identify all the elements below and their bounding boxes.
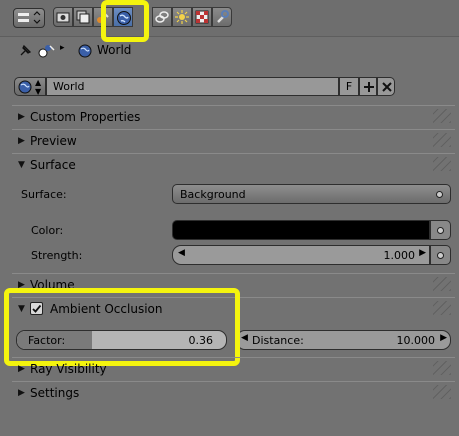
drag-handle-icon[interactable] <box>433 385 451 399</box>
pin-icon[interactable] <box>18 44 32 58</box>
strength-field[interactable]: ◀ 1.000 ▶ <box>172 245 430 265</box>
strength-label: Strength: <box>31 249 83 262</box>
world-icon <box>78 44 92 58</box>
tab-particles[interactable] <box>172 7 192 27</box>
panel-title: Surface <box>30 158 76 172</box>
drag-handle-icon[interactable] <box>433 361 451 375</box>
editor-type-button[interactable] <box>13 8 45 28</box>
strength-link-button[interactable] <box>430 245 451 265</box>
color-swatch[interactable] <box>172 220 430 240</box>
panel-title: Settings <box>30 386 80 400</box>
tab-constraints[interactable] <box>152 7 172 27</box>
panel-surface[interactable]: ▼ Surface <box>12 153 455 175</box>
editor-type-icon <box>18 11 41 24</box>
browse-world-button[interactable]: ▲ ▼ <box>14 77 46 96</box>
scene-data-icon <box>38 45 55 58</box>
panel-ray-visibility[interactable]: ▶ Ray Visibility <box>12 357 455 379</box>
world-datablock-row: ▲ ▼ World F <box>14 77 395 96</box>
modifier-tab-icon <box>217 10 229 23</box>
panel-preview[interactable]: ▶ Preview <box>12 129 455 151</box>
new-world-button[interactable] <box>359 77 377 96</box>
panel-title: Preview <box>30 134 77 148</box>
breadcrumb-arrow-icon: ▸ <box>60 43 65 53</box>
surface-label: Surface: <box>21 188 67 201</box>
color-link-button[interactable] <box>430 220 451 240</box>
increment-arrow-icon[interactable]: ▶ <box>440 333 447 343</box>
panel-custom-properties[interactable]: ▶ Custom Properties <box>12 105 455 127</box>
ao-distance-label: Distance: <box>252 334 304 347</box>
texture-tab-icon <box>195 10 209 24</box>
color-label: Color: <box>31 224 64 237</box>
node-socket-icon <box>437 252 444 259</box>
highlight-ambient-occlusion <box>4 288 240 366</box>
world-name-field[interactable]: World <box>46 77 339 96</box>
highlight-world-tab <box>101 0 149 42</box>
panel-title: Custom Properties <box>30 110 141 124</box>
drag-handle-icon[interactable] <box>433 109 451 123</box>
fake-user-button[interactable]: F <box>339 77 359 96</box>
decrement-arrow-icon[interactable]: ◀ <box>178 248 185 258</box>
collapsed-triangle-icon: ▶ <box>18 112 25 122</box>
updown-arrow-icon: ▲ ▼ <box>35 78 42 96</box>
tab-texture[interactable] <box>192 7 212 27</box>
drag-handle-icon[interactable] <box>433 157 451 171</box>
decrement-arrow-icon[interactable]: ◀ <box>241 333 248 343</box>
plus-icon <box>364 82 374 92</box>
render-layers-tab-icon <box>76 10 90 24</box>
fake-user-label: F <box>345 80 353 93</box>
constraints-tab-icon <box>155 11 169 23</box>
collapsed-triangle-icon: ▶ <box>18 388 25 398</box>
particles-tab-icon <box>175 10 189 24</box>
strength-value: 1.000 <box>383 249 416 262</box>
ao-distance-value: 10.000 <box>396 334 436 347</box>
unlink-world-button[interactable] <box>377 77 395 96</box>
panel-title: Ray Visibility <box>30 362 107 376</box>
surface-shader-select[interactable]: Background <box>172 184 451 204</box>
ao-distance-field[interactable]: ◀ Distance: 10.000 ▶ <box>236 330 451 350</box>
close-icon <box>382 82 392 92</box>
drag-handle-icon[interactable] <box>433 133 451 147</box>
tab-render[interactable] <box>53 7 73 27</box>
breadcrumb-world-label: World <box>97 43 132 57</box>
collapsed-triangle-icon: ▶ <box>18 364 25 374</box>
render-tab-icon <box>56 12 70 23</box>
drag-handle-icon[interactable] <box>433 277 451 291</box>
tab-render-layers[interactable] <box>73 7 93 27</box>
world-icon <box>18 80 32 94</box>
drag-handle-icon[interactable] <box>433 301 451 315</box>
node-socket-icon <box>436 191 443 198</box>
tab-modifier[interactable] <box>212 7 232 27</box>
node-socket-icon <box>437 227 444 234</box>
breadcrumb: ▸ World <box>14 42 214 60</box>
collapsed-triangle-icon: ▶ <box>18 136 25 146</box>
world-name-value: World <box>53 80 85 93</box>
increment-arrow-icon[interactable]: ▶ <box>419 248 426 258</box>
expanded-triangle-icon: ▼ <box>18 160 25 170</box>
panel-settings[interactable]: ▶ Settings <box>12 381 455 403</box>
surface-shader-value: Background <box>180 188 246 201</box>
